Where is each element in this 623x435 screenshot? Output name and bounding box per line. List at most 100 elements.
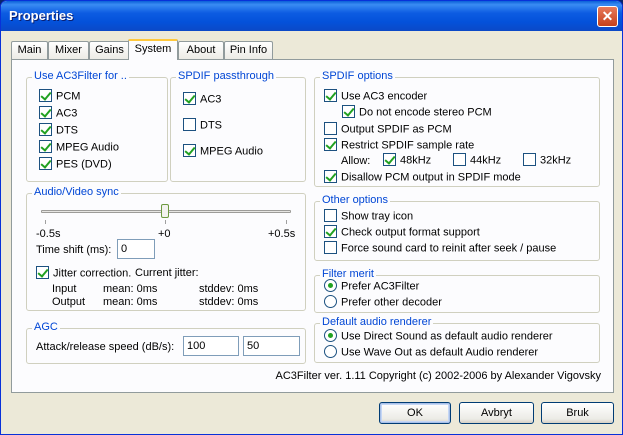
radio-button[interactable] bbox=[324, 329, 337, 342]
copyright-text: AC3Filter ver. 1.11 Copyright (c) 2002-2… bbox=[275, 370, 601, 382]
checkbox-label: AC3 bbox=[200, 93, 222, 106]
checkbox-box[interactable] bbox=[324, 122, 337, 135]
checkbox-disallow-pcm[interactable]: Disallow PCM output in SPDIF mode bbox=[324, 170, 521, 185]
radio-button[interactable] bbox=[324, 279, 337, 292]
checkbox-box[interactable] bbox=[39, 89, 52, 102]
slider-tick bbox=[165, 220, 166, 224]
current-jitter-label: Current jitter: bbox=[135, 267, 199, 279]
other-options-group: Other options Show tray icon Check outpu… bbox=[314, 194, 600, 261]
checkbox-box[interactable] bbox=[183, 144, 196, 157]
checkbox-pes-dvd[interactable]: PES (DVD) bbox=[39, 157, 112, 172]
checkbox-box[interactable] bbox=[453, 153, 466, 166]
jitter-input-mean: mean: 0ms bbox=[103, 283, 158, 295]
jitter-input-stddev: stddev: 0ms bbox=[199, 283, 259, 295]
checkbox-label: PES (DVD) bbox=[56, 158, 112, 171]
radio-label: Use Wave Out as default Audio renderer bbox=[341, 346, 539, 359]
checkbox-box[interactable] bbox=[523, 153, 536, 166]
tab-gains[interactable]: Gains bbox=[89, 41, 130, 59]
tab-pin-info[interactable]: Pin Info bbox=[224, 41, 273, 59]
checkbox-box[interactable] bbox=[324, 89, 337, 102]
checkbox-label: MPEG Audio bbox=[200, 145, 263, 158]
checkbox-box[interactable] bbox=[183, 92, 196, 105]
checkbox-force-reinit[interactable]: Force sound card to reinit after seek / … bbox=[324, 241, 556, 256]
checkbox-box[interactable] bbox=[383, 153, 396, 166]
slider-min-label: -0.5s bbox=[36, 228, 61, 240]
radio-wave-out[interactable]: Use Wave Out as default Audio renderer bbox=[324, 345, 539, 360]
av-sync-group: Audio/Video sync -0.5s +0 +0.5s Time shi… bbox=[26, 186, 306, 311]
tab-mixer[interactable]: Mixer bbox=[48, 41, 89, 59]
system-panel: Use AC3Filter for .. PCM AC3 DTS MPEG Au… bbox=[11, 59, 614, 393]
window-title: Properties bbox=[9, 8, 74, 23]
checkbox-show-tray-icon[interactable]: Show tray icon bbox=[324, 209, 414, 224]
spdif-passthrough-group: SPDIF passthrough AC3 DTS MPEG Audio bbox=[170, 70, 306, 182]
agc-release-input[interactable]: 50 bbox=[243, 336, 300, 356]
radio-button[interactable] bbox=[324, 345, 337, 358]
agc-attack-input[interactable]: 100 bbox=[183, 336, 239, 356]
checkbox-label: MPEG Audio bbox=[56, 141, 119, 154]
slider-max-label: +0.5s bbox=[268, 228, 296, 240]
checkbox-pcm[interactable]: PCM bbox=[39, 89, 80, 104]
checkbox-box[interactable] bbox=[324, 241, 337, 254]
jitter-output-mean: mean: 0ms bbox=[103, 296, 158, 308]
radio-direct-sound[interactable]: Use Direct Sound as default audio render… bbox=[324, 329, 553, 344]
checkbox-44khz[interactable]: 44kHz bbox=[453, 153, 501, 168]
slider-tick bbox=[45, 220, 46, 224]
time-shift-label: Time shift (ms): bbox=[36, 244, 112, 256]
time-shift-slider-thumb[interactable] bbox=[161, 204, 169, 218]
checkbox-check-output-format[interactable]: Check output format support bbox=[324, 225, 480, 240]
checkbox-output-spdif-as-pcm[interactable]: Output SPDIF as PCM bbox=[324, 122, 452, 137]
spdif-passthrough-title: SPDIF passthrough bbox=[176, 70, 276, 82]
agc-group: AGC Attack/release speed (dB/s): 100 50 bbox=[26, 321, 306, 364]
checkbox-box[interactable] bbox=[39, 106, 52, 119]
allow-label: Allow: bbox=[341, 155, 371, 167]
slider-mid-label: +0 bbox=[158, 228, 171, 240]
checkbox-label: Show tray icon bbox=[341, 210, 414, 223]
checkbox-dts[interactable]: DTS bbox=[39, 123, 78, 138]
checkbox-box[interactable] bbox=[39, 157, 52, 170]
close-button[interactable]: ✕ bbox=[597, 6, 618, 27]
tab-main[interactable]: Main bbox=[11, 41, 48, 59]
checkbox-32khz[interactable]: 32kHz bbox=[523, 153, 571, 168]
checkbox-passthrough-ac3[interactable]: AC3 bbox=[183, 92, 222, 107]
checkbox-box[interactable] bbox=[324, 225, 337, 238]
checkbox-do-not-encode-stereo[interactable]: Do not encode stereo PCM bbox=[342, 105, 492, 120]
checkbox-restrict-sample-rate[interactable]: Restrict SPDIF sample rate bbox=[324, 138, 474, 153]
spdif-options-group: SPDIF options Use AC3 encoder Do not enc… bbox=[314, 70, 600, 187]
jitter-output-stddev: stddev: 0ms bbox=[199, 296, 259, 308]
checkbox-label: 48kHz bbox=[400, 154, 432, 167]
checkbox-passthrough-mpeg[interactable]: MPEG Audio bbox=[183, 144, 263, 159]
checkbox-box[interactable] bbox=[342, 105, 355, 118]
checkbox-label: Jitter correction. bbox=[53, 267, 132, 280]
use-ac3filter-title: Use AC3Filter for .. bbox=[32, 70, 129, 82]
default-renderer-group: Default audio renderer Use Direct Sound … bbox=[314, 316, 600, 363]
checkbox-label: Check output format support bbox=[341, 226, 480, 239]
time-shift-input[interactable]: 0 bbox=[117, 239, 155, 259]
apply-button[interactable]: Bruk bbox=[541, 402, 614, 424]
checkbox-48khz[interactable]: 48kHz bbox=[383, 153, 432, 168]
cancel-button[interactable]: Avbryt bbox=[459, 402, 534, 424]
checkbox-label: AC3 bbox=[56, 107, 78, 120]
checkbox-box[interactable] bbox=[324, 138, 337, 151]
checkbox-jitter-correction[interactable]: Jitter correction. bbox=[36, 266, 132, 281]
spdif-options-title: SPDIF options bbox=[320, 70, 395, 82]
radio-button[interactable] bbox=[324, 295, 337, 308]
checkbox-box[interactable] bbox=[39, 123, 52, 136]
checkbox-ac3[interactable]: AC3 bbox=[39, 106, 78, 121]
radio-label: Use Direct Sound as default audio render… bbox=[341, 330, 553, 343]
filter-merit-group: Filter merit Prefer AC3Filter Prefer oth… bbox=[314, 268, 600, 313]
title-bar[interactable]: Properties ✕ bbox=[1, 1, 622, 31]
checkbox-label: Disallow PCM output in SPDIF mode bbox=[341, 171, 521, 184]
radio-prefer-other-decoder[interactable]: Prefer other decoder bbox=[324, 295, 442, 310]
tab-system[interactable]: System bbox=[128, 39, 178, 60]
radio-prefer-ac3filter[interactable]: Prefer AC3Filter bbox=[324, 279, 419, 294]
ok-button[interactable]: OK bbox=[379, 402, 451, 424]
checkbox-box[interactable] bbox=[324, 209, 337, 222]
checkbox-box[interactable] bbox=[39, 140, 52, 153]
tab-about[interactable]: About bbox=[178, 41, 224, 59]
checkbox-box[interactable] bbox=[183, 118, 196, 131]
checkbox-use-ac3-encoder[interactable]: Use AC3 encoder bbox=[324, 89, 427, 104]
checkbox-passthrough-dts[interactable]: DTS bbox=[183, 118, 222, 133]
checkbox-mpeg-audio[interactable]: MPEG Audio bbox=[39, 140, 119, 155]
checkbox-box[interactable] bbox=[36, 266, 49, 279]
checkbox-box[interactable] bbox=[324, 170, 337, 183]
